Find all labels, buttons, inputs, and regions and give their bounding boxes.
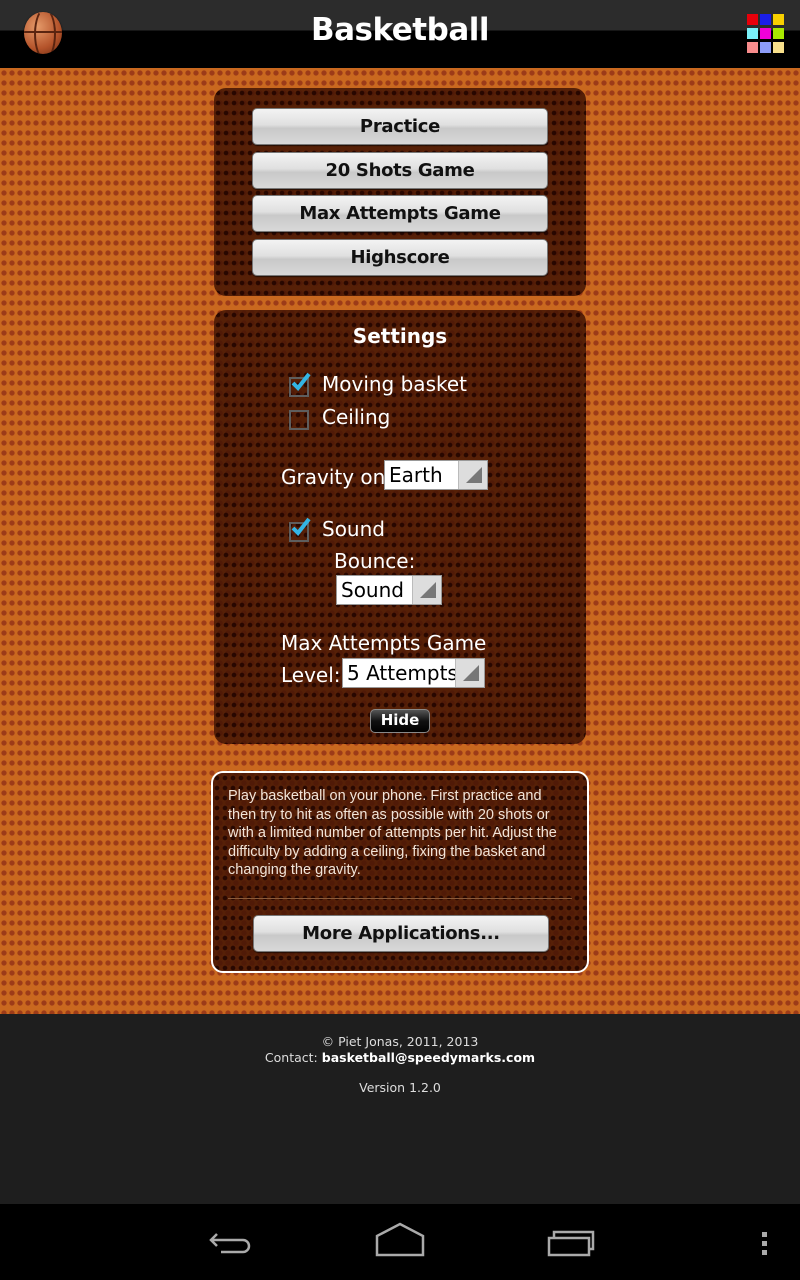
bounce-dropdown[interactable]: Sound xyxy=(336,575,442,605)
contact-label: Contact: xyxy=(264,1050,318,1065)
color-square xyxy=(747,28,758,39)
settings-title: Settings xyxy=(352,324,448,348)
description-text: Play basketball on your phone. First pra… xyxy=(228,788,557,878)
bounce-value: Sound xyxy=(341,578,404,602)
more-applications-button[interactable]: More Applications... xyxy=(253,915,549,952)
gravity-dropdown[interactable]: Earth xyxy=(384,460,488,490)
color-square xyxy=(747,42,758,53)
court-background: Practice 20 Shots Game Max Attempts Game… xyxy=(0,68,800,1014)
divider xyxy=(228,898,572,899)
ceiling-checkbox[interactable] xyxy=(289,410,309,430)
max-attempts-label: Max Attempts Game xyxy=(281,631,487,655)
ceiling-label[interactable]: Ceiling xyxy=(322,405,390,429)
twenty-shots-game-button[interactable]: 20 Shots Game xyxy=(252,152,548,189)
max-attempts-game-button[interactable]: Max Attempts Game xyxy=(252,195,548,232)
checkmark-icon xyxy=(291,517,311,537)
version-text: Version 1.2.0 xyxy=(359,1080,441,1095)
contact-email-link[interactable]: basketball@speedymarks.com xyxy=(322,1050,535,1065)
app-title: Basketball xyxy=(311,12,490,48)
footer: © Piet Jonas, 2011, 2013 Contact: basket… xyxy=(0,1014,800,1204)
dropdown-arrow-icon xyxy=(458,461,487,489)
color-square xyxy=(747,14,758,25)
hide-button[interactable]: Hide xyxy=(370,709,430,733)
sound-checkbox[interactable] xyxy=(289,517,311,542)
gravity-value: Earth xyxy=(389,463,443,487)
dropdown-arrow-icon xyxy=(412,576,441,604)
color-square xyxy=(760,42,771,53)
color-grid-icon[interactable] xyxy=(747,14,787,54)
home-icon[interactable] xyxy=(374,1218,426,1268)
title-bar: Basketball xyxy=(0,0,800,70)
info-panel: Play basketball on your phone. First pra… xyxy=(211,771,589,973)
color-square xyxy=(773,14,784,25)
practice-button[interactable]: Practice xyxy=(252,108,548,145)
moving-basket-label[interactable]: Moving basket xyxy=(322,372,467,396)
navigation-bar xyxy=(0,1204,800,1280)
gravity-label: Gravity on xyxy=(281,465,386,489)
color-square xyxy=(773,42,784,53)
level-dropdown[interactable]: 5 Attempts xyxy=(342,658,485,688)
level-value: 5 Attempts xyxy=(347,661,458,685)
level-label: Level: xyxy=(281,663,341,687)
color-square xyxy=(760,28,771,39)
overflow-menu-icon[interactable] xyxy=(755,1218,775,1268)
highscore-button[interactable]: Highscore xyxy=(252,239,548,276)
moving-basket-checkbox[interactable] xyxy=(289,372,311,397)
contact-line: Contact: basketball@speedymarks.com xyxy=(0,1050,800,1065)
copyright-text: © Piet Jonas, 2011, 2013 xyxy=(321,1034,479,1049)
back-icon[interactable] xyxy=(205,1218,255,1268)
recent-apps-icon[interactable] xyxy=(546,1218,598,1268)
sound-label[interactable]: Sound xyxy=(322,517,385,541)
menu-panel: Practice 20 Shots Game Max Attempts Game… xyxy=(214,88,586,296)
bounce-label: Bounce: xyxy=(334,549,416,573)
settings-panel: Settings Moving basket Ceiling Gravity o… xyxy=(214,310,586,744)
checkmark-icon xyxy=(291,372,311,392)
color-square xyxy=(760,14,771,25)
dropdown-arrow-icon xyxy=(455,659,484,687)
color-square xyxy=(773,28,784,39)
